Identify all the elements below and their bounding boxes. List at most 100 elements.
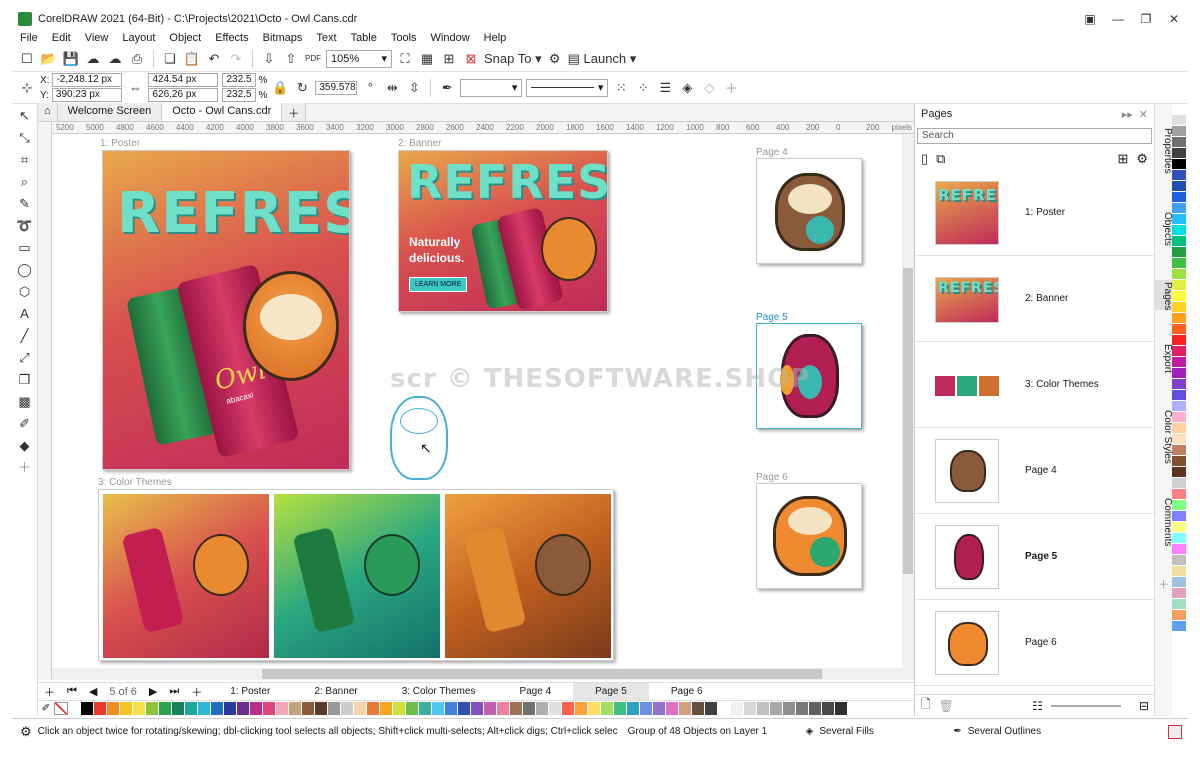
tab-octo-owl-cans[interactable]: Octo - Owl Cans.cdr	[162, 103, 283, 121]
menu-file[interactable]: File	[20, 32, 38, 44]
menu-view[interactable]: View	[85, 32, 109, 44]
outline-indicator-icon[interactable]: ✒	[953, 726, 961, 737]
page-tab-poster[interactable]: 1: Poster	[208, 683, 292, 701]
home-icon[interactable]: ⌂	[38, 103, 58, 121]
color-swatch[interactable]	[1172, 335, 1186, 346]
color-swatch[interactable]	[640, 702, 653, 715]
vertical-scrollbar[interactable]	[902, 134, 914, 674]
snap-off-icon[interactable]: ⊠	[462, 49, 480, 69]
color-swatch[interactable]	[120, 702, 133, 715]
break-apart-icon[interactable]: ⁙	[612, 78, 630, 98]
color-swatch[interactable]	[1172, 269, 1186, 280]
color-swatch[interactable]	[1172, 104, 1186, 115]
menu-tools[interactable]: Tools	[391, 32, 417, 44]
color-swatch[interactable]	[1172, 115, 1186, 126]
side-tab-pages[interactable]: Pages	[1155, 280, 1173, 311]
cloud-download-icon[interactable]: ☁	[106, 49, 124, 69]
color-swatch[interactable]	[1172, 500, 1186, 511]
menu-object[interactable]: Object	[169, 32, 201, 44]
color-themes-page[interactable]	[98, 489, 614, 661]
undo-icon[interactable]: ↶	[205, 49, 223, 69]
color-swatch[interactable]	[432, 702, 445, 715]
ungroup-icon[interactable]: ⁘	[634, 78, 652, 98]
menu-bitmaps[interactable]: Bitmaps	[263, 32, 303, 44]
color-swatch[interactable]	[1172, 610, 1186, 621]
drawing-canvas[interactable]: 1: Poster REFRESH Owl abacaxi 2: Banner …	[52, 134, 902, 668]
color-swatch[interactable]	[1172, 390, 1186, 401]
new-document-icon[interactable]: ☐	[18, 49, 36, 69]
outline-pen-icon[interactable]: ✒	[438, 78, 456, 98]
color-swatch[interactable]	[1172, 302, 1186, 313]
color-swatch[interactable]	[1172, 170, 1186, 181]
y-position-field[interactable]: 390.23 px	[51, 88, 122, 102]
page-multi-view-icon[interactable]: ⧉	[936, 151, 945, 167]
color-swatch[interactable]	[796, 702, 809, 715]
color-proof-icon[interactable]	[1168, 724, 1182, 739]
color-swatch[interactable]	[1172, 357, 1186, 368]
color-swatch[interactable]	[627, 702, 640, 715]
horizontal-scrollbar[interactable]	[52, 668, 914, 680]
mirror-horizontal-icon[interactable]: ⇹	[383, 78, 401, 98]
fill-indicator-icon[interactable]: ◈	[806, 726, 814, 737]
list-item[interactable]: Page 6	[915, 600, 1154, 686]
color-swatch[interactable]	[1172, 412, 1186, 423]
freehand-tool-icon[interactable]: ✎	[19, 196, 30, 212]
copy-icon[interactable]: ❏	[161, 49, 179, 69]
color-swatch[interactable]	[1172, 368, 1186, 379]
color-swatch[interactable]	[237, 702, 250, 715]
color-swatch[interactable]	[1172, 126, 1186, 137]
poster-page[interactable]: REFRESH Owl abacaxi	[102, 150, 350, 470]
color-swatch[interactable]	[809, 702, 822, 715]
color-swatch[interactable]	[653, 702, 666, 715]
zoom-level-combo[interactable]: 105% ▾	[326, 49, 392, 68]
align-icon[interactable]: ☰	[656, 78, 674, 98]
color-swatch[interactable]	[1172, 247, 1186, 258]
menu-table[interactable]: Table	[351, 32, 377, 44]
color-swatch[interactable]	[1172, 258, 1186, 269]
list-view-icon[interactable]: ☷	[1032, 699, 1043, 713]
color-swatch[interactable]	[1172, 555, 1186, 566]
color-swatch[interactable]	[1172, 588, 1186, 599]
color-swatch[interactable]	[1172, 148, 1186, 159]
color-swatch[interactable]	[1172, 236, 1186, 247]
color-swatch[interactable]	[133, 702, 146, 715]
page-view-icon[interactable]: ▯	[921, 151, 928, 167]
first-page-icon[interactable]: ⏮	[67, 685, 77, 698]
color-swatch[interactable]	[1172, 621, 1186, 632]
side-tab-comments[interactable]: Comments	[1155, 496, 1173, 546]
color-swatch[interactable]	[1172, 181, 1186, 192]
color-swatch[interactable]	[224, 702, 237, 715]
color-swatch[interactable]	[1172, 478, 1186, 489]
minimize-button[interactable]: —	[1104, 12, 1132, 26]
object-origin-icon[interactable]: ⊹	[18, 78, 36, 98]
side-tab-objects[interactable]: Objects	[1155, 210, 1173, 246]
color-swatch[interactable]	[1172, 192, 1186, 203]
banner-page[interactable]: REFRESH Naturally delicious. LEARN MORE	[398, 150, 608, 312]
color-swatch[interactable]	[588, 702, 601, 715]
color-swatch[interactable]	[770, 702, 783, 715]
shape-tool-icon[interactable]: ⤡	[19, 130, 29, 146]
color-swatch[interactable]	[1172, 313, 1186, 324]
color-swatch[interactable]	[1172, 599, 1186, 610]
lock-ratio-icon[interactable]: 🔒	[271, 78, 289, 98]
side-tab-export[interactable]: Export	[1155, 342, 1173, 373]
color-swatch[interactable]	[315, 702, 328, 715]
color-swatch[interactable]	[614, 702, 627, 715]
grid-icon[interactable]: ▦	[418, 49, 436, 69]
color-swatch[interactable]	[94, 702, 107, 715]
width-field[interactable]: 424.54 px	[148, 73, 219, 87]
color-swatch[interactable]	[1172, 522, 1186, 533]
pdf-icon[interactable]: PDF	[304, 49, 322, 69]
rotation-angle-field[interactable]: 359.578	[315, 80, 358, 95]
color-swatch[interactable]	[328, 702, 341, 715]
color-swatch[interactable]	[367, 702, 380, 715]
menu-text[interactable]: Text	[316, 32, 336, 44]
tab-welcome-screen[interactable]: Welcome Screen	[57, 103, 163, 121]
list-item[interactable]: REFRESH 2: Banner	[915, 256, 1154, 342]
color-swatch[interactable]	[601, 702, 614, 715]
delete-page-icon[interactable]: 🗑	[939, 699, 954, 713]
color-swatch[interactable]	[380, 702, 393, 715]
color-swatch[interactable]	[211, 702, 224, 715]
list-item[interactable]: Page 4	[915, 428, 1154, 514]
color-swatch[interactable]	[107, 702, 120, 715]
